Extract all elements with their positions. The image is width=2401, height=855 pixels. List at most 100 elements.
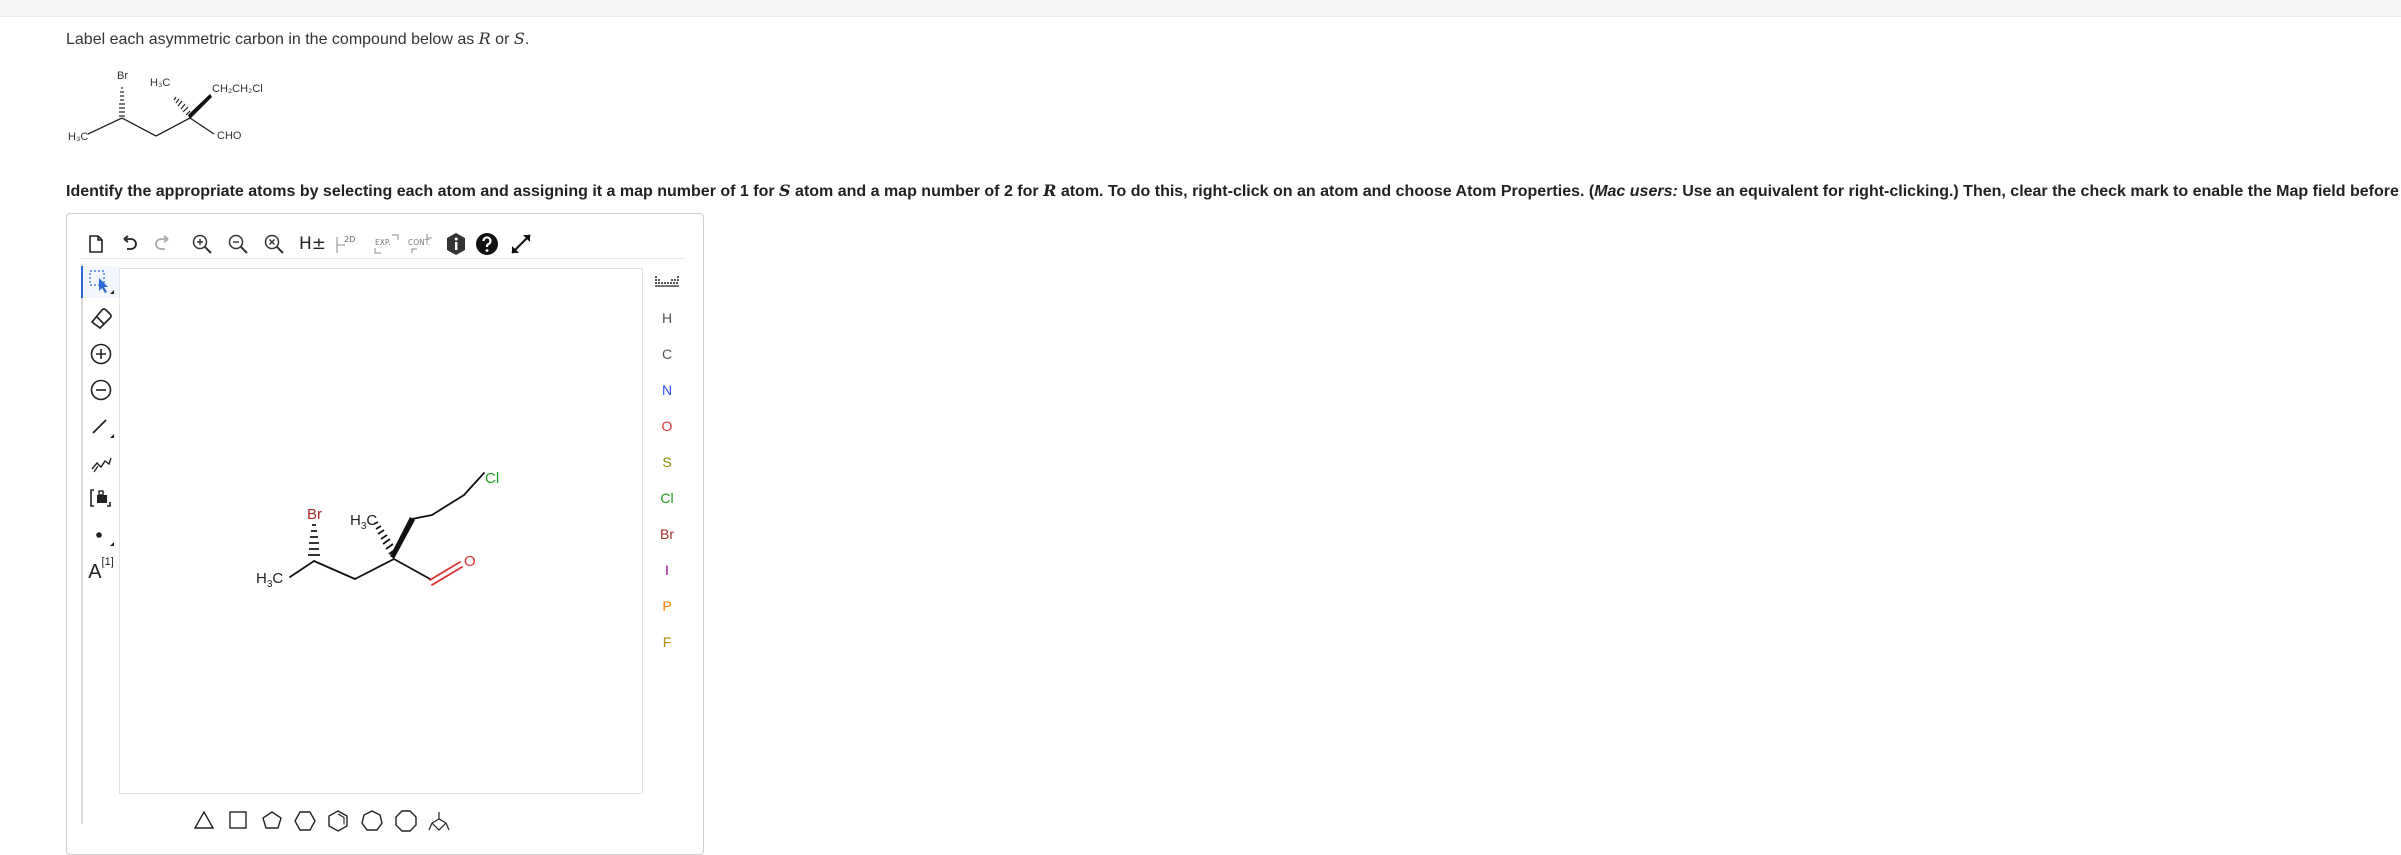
canvas-h3c-left-c: C: [272, 570, 283, 587]
redo-icon[interactable]: [153, 232, 171, 256]
zoom-out-icon[interactable]: [227, 232, 249, 256]
cyclohexane-button[interactable]: [293, 810, 317, 837]
cyclopentane-button[interactable]: [261, 810, 283, 835]
hashed-bond-methyl-canvas[interactable]: [373, 521, 397, 555]
static-br-label: Br: [117, 70, 128, 82]
compound-structure: Br H₃C CH₂CH₂Cl H₃C CHO: [68, 70, 263, 143]
chair-template-button[interactable]: [427, 810, 451, 837]
wedge-bond: [188, 94, 212, 119]
canvas-h3c-left-h: H: [256, 570, 267, 587]
static-h3c-left-label: H₃C: [68, 131, 88, 143]
atom-label-h: H: [661, 310, 673, 326]
atom-label-i: I: [665, 562, 669, 578]
wedge-bond-canvas[interactable]: [390, 517, 415, 559]
canvas-molecule: Br H3C H3C Cl O: [256, 470, 499, 590]
zoom-in-icon[interactable]: [191, 232, 213, 256]
static-ch2ch2cl-label: CH₂CH₂Cl: [212, 83, 263, 95]
contract-button[interactable]: CONT.: [407, 232, 437, 256]
atom-label-br: Br: [660, 526, 674, 542]
atom-label-c: C: [661, 346, 673, 362]
atom-button-p[interactable]: P: [647, 592, 687, 620]
atom-button-cl[interactable]: Cl: [647, 484, 687, 512]
bond-ch2-ch2[interactable]: [431, 494, 465, 516]
static-h3c-top-label: H₃C: [150, 77, 170, 89]
atom-label-cl: Cl: [660, 490, 674, 506]
question-2-part1: Identify the appropriate atoms by select…: [66, 183, 780, 200]
exp-label: EXP.: [375, 238, 391, 247]
atom-button-c[interactable]: C: [647, 340, 687, 368]
question-1: Label each asymmetric carbon in the comp…: [66, 29, 529, 49]
new-document-icon[interactable]: [87, 232, 105, 256]
drawing-canvas[interactable]: Br H3C H3C Cl O: [119, 268, 643, 794]
s-symbol: S: [513, 29, 525, 48]
top-bar: [0, 0, 2401, 17]
canvas-o-label[interactable]: O: [464, 553, 476, 570]
atom-button-h[interactable]: H: [647, 304, 687, 332]
s-symbol-2: S: [779, 181, 791, 200]
atom-label-p: P: [662, 598, 672, 614]
or-text: or: [490, 31, 514, 48]
single-bond-tool-button[interactable]: [83, 410, 119, 442]
undo-icon[interactable]: [121, 232, 139, 256]
radical-tool-button[interactable]: [83, 518, 119, 550]
fullscreen-icon[interactable]: [509, 232, 533, 256]
square-icon: [229, 811, 247, 829]
question-2-part2: atom and a map number of 2 for: [790, 183, 1044, 200]
period: .: [524, 31, 530, 48]
bond-c1-ch2[interactable]: [313, 560, 356, 580]
mac-users-label: Mac users:: [1594, 183, 1678, 200]
plus-charge-icon: [90, 343, 112, 365]
atom-button-i[interactable]: I: [647, 556, 687, 584]
selection-icon: [89, 270, 114, 294]
select-tool-button[interactable]: [81, 266, 119, 298]
zoom-reset-icon[interactable]: [263, 232, 285, 256]
atom-button-br[interactable]: Br: [647, 520, 687, 548]
atom-map-sup: [1]: [101, 556, 114, 568]
2d-label: 2D: [344, 235, 355, 244]
positive-charge-button[interactable]: [83, 338, 119, 370]
periodic-table-icon: [655, 276, 679, 287]
bond-c2-cho[interactable]: [393, 558, 431, 580]
atom-label-s: S: [662, 454, 672, 470]
atom-button-s[interactable]: S: [647, 448, 687, 476]
template-tool-button[interactable]: [83, 482, 119, 514]
canvas-br-label[interactable]: Br: [307, 506, 322, 523]
hashed-bond-br-canvas[interactable]: [308, 524, 320, 556]
atom-button-f[interactable]: F: [647, 628, 687, 656]
atom-label-o: O: [661, 418, 673, 434]
minus-charge-icon: [90, 379, 112, 401]
chain-tool-button[interactable]: [83, 446, 119, 478]
triangle-icon: [193, 810, 215, 829]
atom-map-tool-button[interactable]: A [1]: [83, 554, 119, 586]
cyclobutane-button[interactable]: [227, 810, 249, 835]
periodic-table-button[interactable]: [647, 268, 687, 296]
bond-wedge-ch2[interactable]: [411, 514, 433, 520]
bond-ch2-c2[interactable]: [354, 558, 395, 580]
benzene-button[interactable]: [327, 810, 349, 837]
cycloheptane-button[interactable]: [361, 810, 383, 837]
bond-ch2-cl[interactable]: [463, 472, 485, 496]
cyclooctane-button[interactable]: [395, 810, 417, 837]
expand-button[interactable]: EXP.: [373, 232, 401, 256]
atom-button-n[interactable]: N: [647, 376, 687, 404]
canvas-h3c-left-label[interactable]: H3C: [256, 570, 283, 590]
bond-methyl-c1[interactable]: [289, 560, 315, 578]
atom-label-n: N: [661, 382, 673, 398]
clean-2d-button[interactable]: 2D: [335, 232, 361, 256]
help-icon[interactable]: [475, 232, 499, 256]
top-toolbar: H± 2D EXP. CONT.: [81, 228, 685, 259]
atom-button-o[interactable]: O: [647, 412, 687, 440]
canvas-h3c-top-label[interactable]: H3C: [350, 512, 377, 532]
info-icon[interactable]: [445, 232, 467, 256]
canvas-cl-label[interactable]: Cl: [485, 470, 499, 487]
question-1-text: Label each asymmetric carbon in the comp…: [66, 31, 479, 48]
pentagon-icon: [262, 811, 282, 829]
add-hydrogens-button[interactable]: H±: [299, 232, 326, 256]
negative-charge-button[interactable]: [83, 374, 119, 406]
radical-dot-icon: [96, 532, 114, 546]
ring-templates: [121, 796, 521, 836]
question-2: Identify the appropriate atoms by select…: [66, 181, 2401, 201]
cont-label: CONT.: [408, 238, 431, 247]
cyclopropane-button[interactable]: [193, 810, 215, 835]
eraser-tool-button[interactable]: [83, 302, 119, 334]
